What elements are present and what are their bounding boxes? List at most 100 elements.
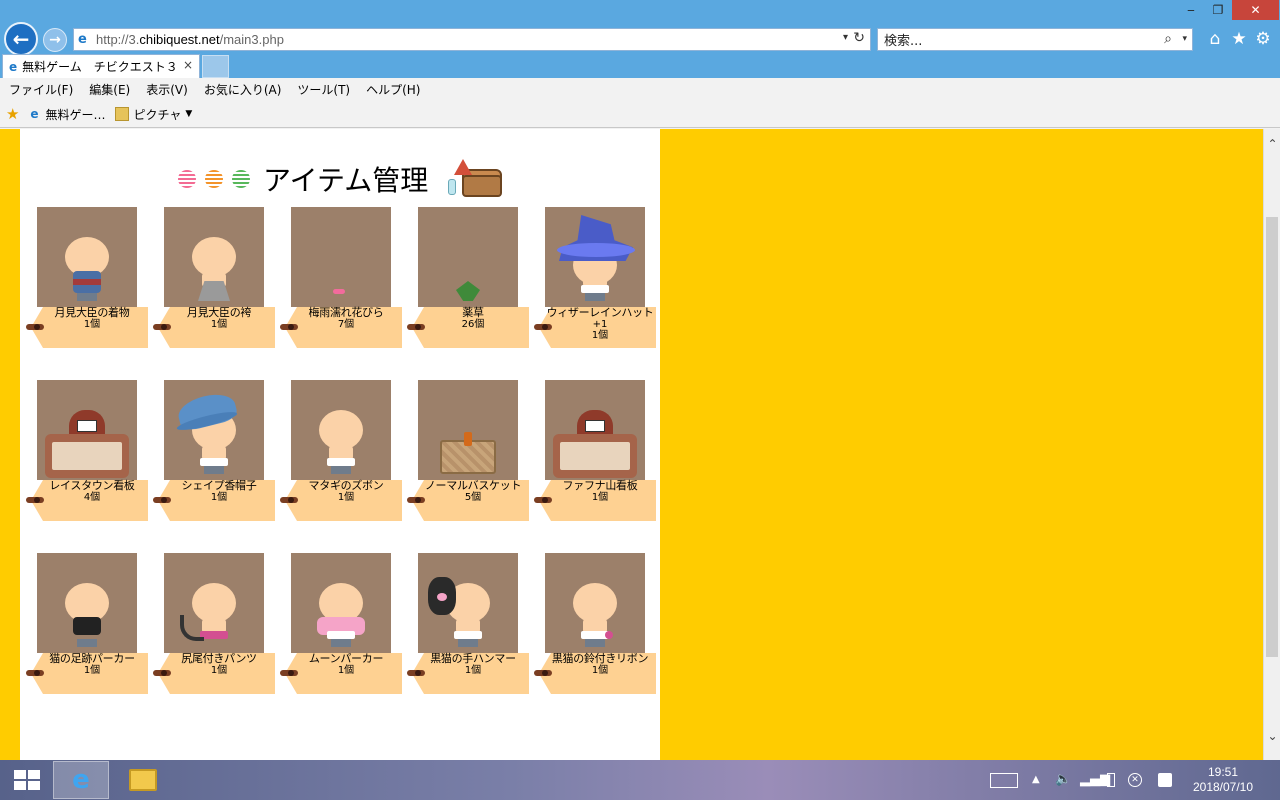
item-count: 1個 [591,492,609,503]
item-image[interactable] [291,553,391,653]
folder-icon [115,107,130,121]
menu-file[interactable]: ファイル(F) [9,81,73,98]
tab-close-icon[interactable]: × [183,58,193,72]
item-count: 1個 [591,665,609,676]
inventory-item[interactable]: 尻尾付きパンツ 1個 [147,553,275,698]
arrow-right-icon: → [49,32,61,48]
item-count: 1個 [210,492,228,503]
scroll-up-icon[interactable]: ⌃ [1264,137,1280,154]
item-image[interactable] [418,553,518,653]
no-connection-icon[interactable]: ✕ [1128,773,1142,787]
item-image[interactable] [291,207,391,307]
keyboard-icon[interactable] [990,773,1018,788]
item-count: 1個 [464,665,482,676]
item-image[interactable] [37,380,137,480]
inventory-item[interactable]: ムーンパーカー 1個 [274,553,402,698]
tab-strip: e 無料ゲーム チビクエスト３ × [0,54,1280,78]
inventory-item[interactable]: ノーマルバスケット 5個 [401,380,529,525]
gear-icon[interactable]: ⚙ [1253,28,1273,50]
inventory-item[interactable]: ファフナ山看板 1個 [528,380,656,525]
start-button[interactable] [8,766,40,794]
new-tab-button[interactable] [202,55,229,78]
item-name: 梅雨濡れ花びら [308,306,384,319]
inventory-item[interactable]: マタギのズボン 1個 [274,380,402,525]
item-name: 黒猫の手ハンマー [430,652,516,665]
taskbar-explorer-button[interactable] [115,761,171,799]
search-dropdown-icon[interactable]: ▾ [1182,34,1187,44]
inventory-item[interactable]: レイスタウン看板 4個 [20,380,148,525]
menu-help[interactable]: ヘルプ(H) [366,81,420,98]
menu-favorites[interactable]: お気に入り(A) [204,81,282,98]
inventory-item[interactable]: 梅雨濡れ花びら 7個 [274,207,402,352]
menu-view[interactable]: 表示(V) [146,81,188,98]
inventory-item[interactable]: 猫の足跡パーカー 1個 [20,553,148,698]
inventory-item[interactable]: 薬草 26個 [401,207,529,352]
taskbar: e ▲ 🔈 ▂▄▆ ✕ 19:51 2018/07/10 [0,760,1280,800]
inventory-item[interactable]: シェイプ香帽子 1個 [147,380,275,525]
item-name: 猫の足跡パーカー [49,652,135,665]
item-image[interactable] [37,207,137,307]
page-viewport: アイテム管理 月見大臣の着物 1個 月見大臣の袴 1個 梅雨濡れ花びら 7個 薬草 26個 ウィ… [0,129,1263,760]
favorites-star-icon[interactable]: ★ [1229,28,1249,50]
taskbar-ie-button[interactable]: e [53,761,109,799]
address-bar[interactable]: e http://3.chibiquest.net/main3.php ▾ ↻ [73,28,871,51]
inventory-item[interactable]: 黒猫の手ハンマー 1個 [401,553,529,698]
chevron-up-icon[interactable]: ▲ [1032,774,1040,785]
back-button[interactable]: ← [4,22,38,56]
item-image[interactable] [545,553,645,653]
favorite-link-game[interactable]: e 無料ゲー… [27,106,105,123]
add-favorite-star-icon[interactable]: ★ [6,105,19,123]
refresh-icon[interactable]: ↻ [853,30,865,46]
item-name: ファフナ山看板 [562,479,638,492]
ie-tab-icon: e [9,59,18,74]
item-name: 尻尾付きパンツ [181,652,257,665]
tab-active[interactable]: e 無料ゲーム チビクエスト３ × [2,54,200,78]
maximize-button[interactable]: ❐ [1206,0,1230,20]
item-image[interactable] [418,207,518,307]
menu-edit[interactable]: 編集(E) [89,81,130,98]
item-name: レイスタウン看板 [49,479,135,492]
clock[interactable]: 19:51 2018/07/10 [1188,765,1258,795]
item-count: 5個 [464,492,482,503]
inventory-item[interactable]: 月見大臣の着物 1個 [20,207,148,352]
vertical-scrollbar[interactable]: ⌃ ⌄ [1263,129,1280,760]
home-icon[interactable]: ⌂ [1205,28,1225,50]
network-icon[interactable]: ▂▄▆ [1080,772,1110,787]
page-heading: アイテム管理 [178,159,514,199]
item-image[interactable] [37,553,137,653]
menu-tools[interactable]: ツール(T) [297,81,350,98]
url-prefix: http://3. [96,32,140,47]
action-center-icon[interactable] [1158,773,1172,787]
search-icon[interactable]: ⌕ [1164,31,1172,47]
item-image[interactable] [545,380,645,480]
inventory-item[interactable]: 黒猫の鈴付きリボン 1個 [528,553,656,698]
browser-chrome: ‒ ❐ ✕ ← → e http://3.chibiquest.net/main… [0,0,1280,129]
item-image[interactable] [545,207,645,307]
orange-dot-icon [205,170,223,188]
menu-bar: ファイル(F) 編集(E) 表示(V) お気に入り(A) ツール(T) ヘルプ(… [0,78,1280,100]
battery-icon[interactable] [1107,773,1115,787]
forward-button[interactable]: → [43,28,67,52]
item-image[interactable] [164,380,264,480]
item-count: 1個 [337,665,355,676]
inventory-item[interactable]: 月見大臣の袴 1個 [147,207,275,352]
favorite-folder-pictures[interactable]: ピクチャ ▼ [115,106,192,123]
search-input[interactable]: 検索... ⌕ ▾ [877,28,1193,51]
volume-icon[interactable]: 🔈 [1055,772,1071,787]
inventory-item[interactable]: ウィザーレインハット +1 1個 [528,207,656,352]
ie-page-icon: e [30,107,39,121]
item-image[interactable] [418,380,518,480]
item-image[interactable] [164,207,264,307]
item-name: 薬草 [462,306,484,319]
item-name: ウィザーレインハット [546,306,654,319]
scroll-thumb[interactable] [1266,217,1278,657]
favorites-bar: ★ e 無料ゲー… ピクチャ ▼ [0,101,1280,128]
address-dropdown-icon[interactable]: ▾ [843,32,848,43]
item-image[interactable] [164,553,264,653]
minimize-button[interactable]: ‒ [1176,0,1206,20]
item-image[interactable] [291,380,391,480]
close-window-button[interactable]: ✕ [1232,0,1279,20]
address-url[interactable]: http://3.chibiquest.net/main3.php [96,32,284,47]
scroll-down-icon[interactable]: ⌄ [1264,729,1280,746]
item-name: 月見大臣の袴 [186,306,252,319]
